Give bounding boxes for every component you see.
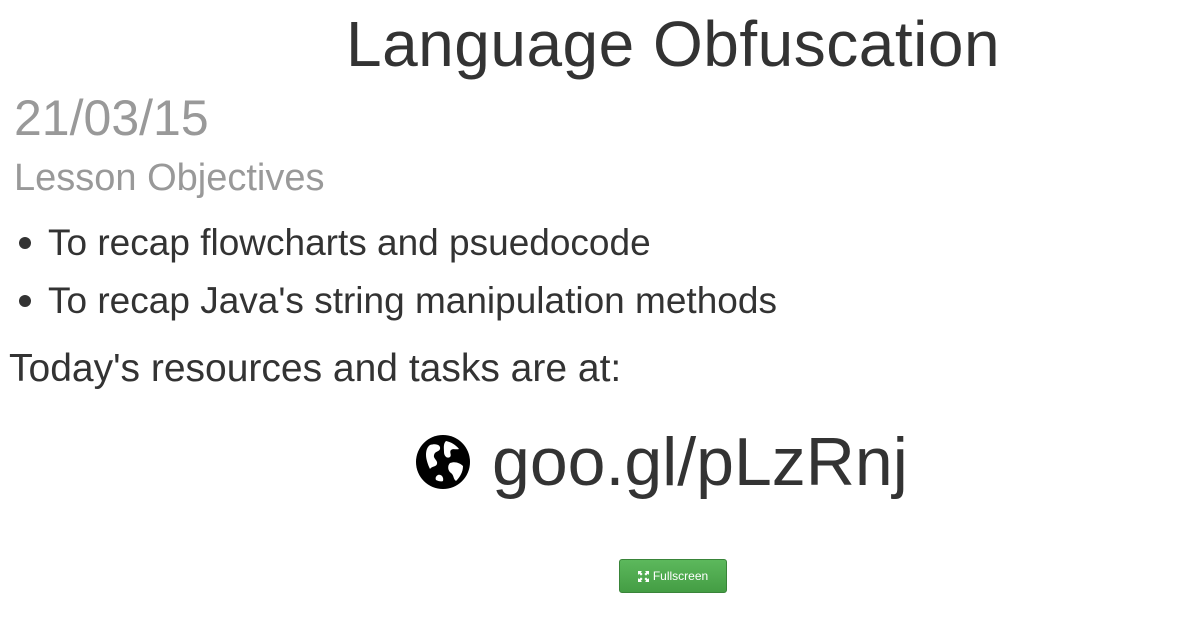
list-item: To recap Java's string manipulation meth… bbox=[19, 272, 777, 330]
slide-page: Language Obfuscation 21/03/15 Lesson Obj… bbox=[0, 0, 1196, 632]
fullscreen-button[interactable]: Fullscreen bbox=[619, 559, 727, 593]
objective-text: To recap flowcharts and psuedocode bbox=[48, 222, 651, 263]
slide-title: Language Obfuscation bbox=[345, 8, 1001, 80]
resources-text: Today's resources and tasks are at: bbox=[9, 347, 622, 390]
title-area: Language Obfuscation bbox=[0, 0, 1196, 90]
objective-text: To recap Java's string manipulation meth… bbox=[48, 280, 777, 321]
slide-date: 21/03/15 bbox=[14, 90, 209, 146]
bullet-icon bbox=[19, 295, 31, 307]
list-item: To recap flowcharts and psuedocode bbox=[19, 214, 777, 272]
objectives-heading: Lesson Objectives bbox=[14, 157, 325, 199]
resource-link[interactable]: goo.gl/pLzRnj bbox=[416, 422, 908, 502]
globe-icon bbox=[416, 435, 470, 489]
expand-icon bbox=[637, 570, 649, 582]
resource-link-text[interactable]: goo.gl/pLzRnj bbox=[492, 422, 908, 502]
fullscreen-label: Fullscreen bbox=[652, 569, 709, 583]
bullet-icon bbox=[19, 237, 31, 249]
objectives-list: To recap flowcharts and psuedocode To re… bbox=[0, 214, 777, 330]
